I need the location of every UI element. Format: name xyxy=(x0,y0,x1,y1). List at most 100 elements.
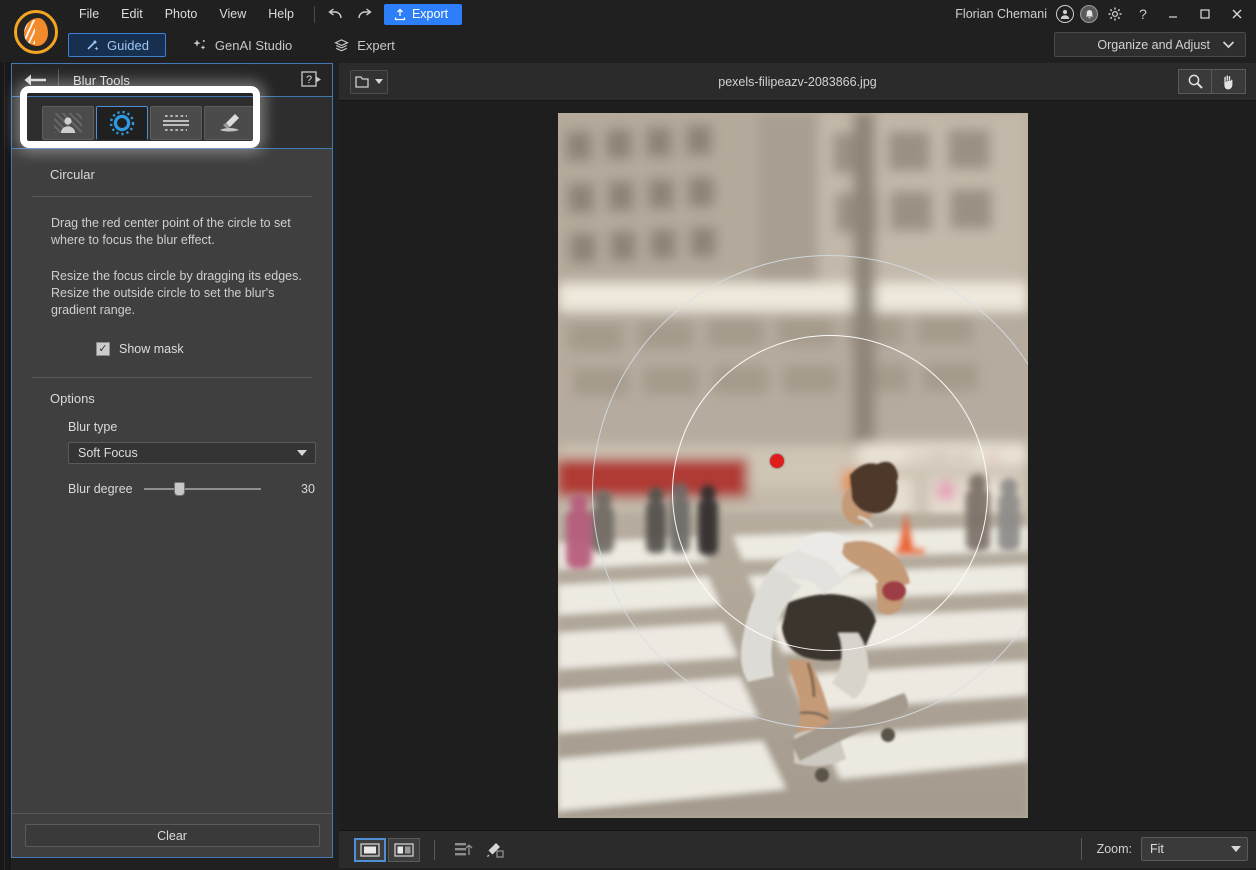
tab-expert-label: Expert xyxy=(357,37,395,53)
pencil-edit-icon[interactable] xyxy=(479,838,509,862)
blur-tools-panel: Blur Tools ? Circular Drag the red cente… xyxy=(11,63,333,858)
open-folder-button[interactable] xyxy=(350,69,388,94)
chevron-down-icon xyxy=(1222,38,1235,52)
canvas-filename: pexels-filipeazv-2083866.jpg xyxy=(718,74,877,89)
zoom-controls: Zoom: Fit xyxy=(1080,837,1248,861)
blur-degree-slider[interactable] xyxy=(144,482,261,496)
sparkle-icon xyxy=(193,39,206,50)
undo-arrow-icon[interactable] xyxy=(324,3,350,25)
hand-tool-button[interactable] xyxy=(1212,69,1246,94)
tab-guided-label: Guided xyxy=(107,37,149,53)
zoom-tool-button[interactable] xyxy=(1178,69,1212,94)
tab-guided[interactable]: Guided xyxy=(68,33,166,57)
canvas-area: pexels-filipeazv-2083866.jpg CA BRUNO IP… xyxy=(339,63,1256,869)
open-folder-icon xyxy=(355,76,369,88)
show-mask-checkbox[interactable]: ✓ xyxy=(96,342,110,356)
gear-icon[interactable] xyxy=(1102,3,1128,25)
image-canvas[interactable]: CA BRUNO IP xyxy=(339,101,1256,830)
menu-file[interactable]: File xyxy=(68,3,110,25)
reset-panel-icon[interactable] xyxy=(449,838,479,862)
blur-type-value: Soft Focus xyxy=(78,446,138,460)
caret-down-icon xyxy=(1231,846,1241,852)
panel-header: Blur Tools ? xyxy=(12,64,332,97)
circular-blur-icon xyxy=(109,110,135,135)
export-button[interactable]: Export xyxy=(383,3,463,25)
blur-tool-strip xyxy=(12,86,332,149)
minimize-button[interactable] xyxy=(1158,0,1188,28)
menu-help[interactable]: Help xyxy=(257,3,305,25)
magic-wand-icon xyxy=(87,40,99,51)
back-arrow-icon[interactable] xyxy=(12,73,58,87)
menu-view[interactable]: View xyxy=(208,3,257,25)
zoom-value: Fit xyxy=(1150,842,1164,856)
options-title: Options xyxy=(50,391,95,406)
organize-and-adjust-dropdown[interactable]: Organize and Adjust xyxy=(1054,32,1246,57)
svg-text:CA BRUNO: CA BRUNO xyxy=(908,449,974,464)
upload-icon xyxy=(394,8,406,20)
photo-app-logo-icon xyxy=(14,10,58,54)
clear-bar: Clear xyxy=(12,813,332,857)
panel-title: Blur Tools xyxy=(73,72,130,88)
clear-button[interactable]: Clear xyxy=(24,824,320,847)
bell-icon[interactable] xyxy=(1080,5,1098,23)
redo-arrow-icon[interactable] xyxy=(350,3,376,25)
single-view-icon xyxy=(360,842,380,857)
application-window: File Edit Photo View Help Export Florian… xyxy=(0,0,1256,870)
zoom-select[interactable]: Fit xyxy=(1141,837,1248,861)
organize-label: Organize and Adjust xyxy=(1097,37,1210,52)
brush-blur-icon xyxy=(220,113,239,131)
caret-down-icon xyxy=(297,450,307,456)
show-mask-checkbox-row[interactable]: ✓ Show mask xyxy=(96,342,332,356)
menu-divider xyxy=(313,5,315,23)
single-view-button[interactable] xyxy=(354,837,386,862)
divider xyxy=(32,196,312,197)
canvas-footer: Zoom: Fit xyxy=(339,830,1256,868)
blur-degree-thumb[interactable] xyxy=(174,482,186,496)
export-label: Export xyxy=(411,7,449,21)
instruction-text-1: Drag the red center point of the circle … xyxy=(51,216,291,247)
tool-circular-blur[interactable] xyxy=(96,105,148,140)
left-rail xyxy=(0,62,11,870)
linear-blur-icon xyxy=(163,114,189,131)
instruction-text-2: Resize the focus circle by dragging its … xyxy=(51,269,302,317)
hand-icon xyxy=(1221,74,1234,90)
account-avatar-icon[interactable] xyxy=(1056,5,1074,23)
tool-portrait-blur[interactable] xyxy=(42,105,94,140)
maximize-button[interactable] xyxy=(1190,0,1220,28)
show-mask-label: Show mask xyxy=(119,342,184,356)
mode-bar: Guided GenAI Studio Expert Organize and … xyxy=(0,28,1256,62)
title-bar-right: Florian Chemani ? xyxy=(955,0,1252,28)
menu-edit[interactable]: Edit xyxy=(110,3,154,25)
title-bar: File Edit Photo View Help Export Florian… xyxy=(0,0,1256,54)
blur-degree-label: Blur degree xyxy=(68,482,133,496)
red-center-point[interactable] xyxy=(770,454,784,468)
zoom-label: Zoom: xyxy=(1096,842,1132,856)
blur-degree-row: Blur degree 30 xyxy=(68,482,332,496)
blur-type-label: Blur type xyxy=(68,420,118,434)
svg-text:IP: IP xyxy=(988,450,999,464)
user-name: Florian Chemani xyxy=(955,7,1047,21)
blur-degree-value: 30 xyxy=(301,482,315,496)
section-title: Circular xyxy=(50,167,95,182)
menu-bar: File Edit Photo View Help Export xyxy=(68,0,463,28)
blur-type-select[interactable]: Soft Focus xyxy=(68,442,316,464)
header-divider xyxy=(58,69,59,91)
tab-expert[interactable]: Expert xyxy=(318,33,411,57)
tab-genai-studio[interactable]: GenAI Studio xyxy=(176,33,308,57)
before-after-view-button[interactable] xyxy=(388,837,420,862)
magnifier-icon xyxy=(1188,74,1203,89)
question-mark-icon[interactable]: ? xyxy=(1130,3,1156,25)
caret-down-icon xyxy=(375,79,383,84)
svg-text:?: ? xyxy=(306,74,312,86)
help-video-icon[interactable]: ? xyxy=(301,71,323,89)
menu-photo[interactable]: Photo xyxy=(154,3,209,25)
before-after-view-icon xyxy=(394,842,414,857)
footer-divider xyxy=(434,839,435,860)
tab-genai-studio-label: GenAI Studio xyxy=(214,37,293,53)
tool-linear-blur[interactable] xyxy=(150,105,202,140)
close-button[interactable] xyxy=(1222,0,1252,28)
skateboarder-crossing-street-photo[interactable]: CA BRUNO IP xyxy=(558,113,1028,818)
canvas-header: pexels-filipeazv-2083866.jpg xyxy=(339,63,1256,101)
tool-brush-blur[interactable] xyxy=(204,105,256,140)
person-blur-icon xyxy=(54,112,82,133)
